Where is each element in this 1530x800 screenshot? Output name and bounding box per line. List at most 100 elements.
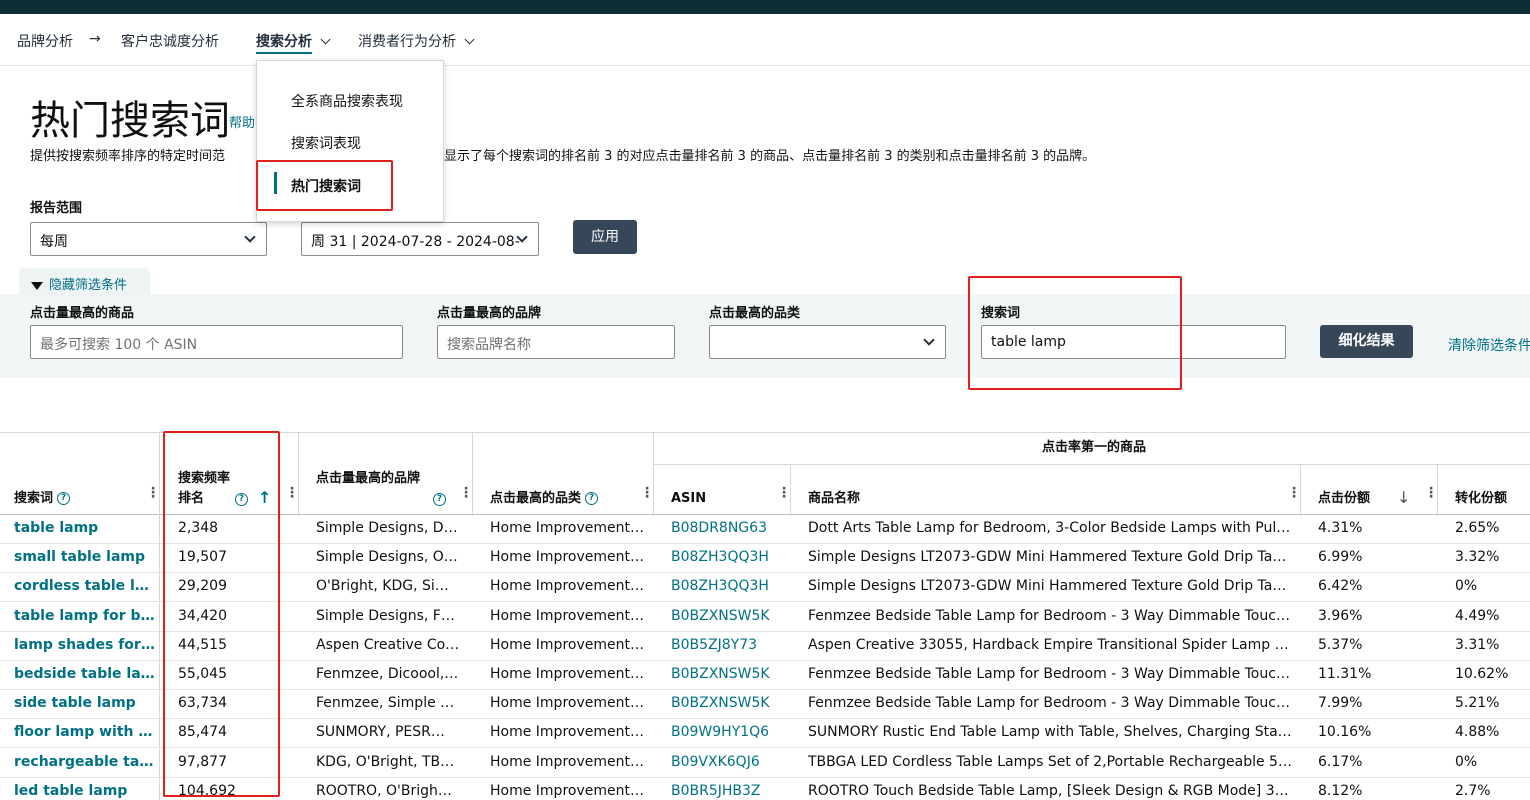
nav-consumer-behavior-tab[interactable]: 消费者行为分析 <box>358 31 475 51</box>
cell-asin[interactable]: B09VXK6QJ6 <box>671 754 786 770</box>
nav-customer-loyalty[interactable]: 客户忠诚度分析 <box>121 31 219 51</box>
cell-search-rank: 85,474 <box>178 724 227 741</box>
cell-product-name: Dott Arts Table Lamp for Bedroom, 3-Colo… <box>808 520 1293 536</box>
cell-top-brand: Simple Designs, F… <box>316 607 455 624</box>
cell-asin[interactable]: B0BZXNSW5K <box>671 666 786 682</box>
report-range-value: 每周 <box>40 234 68 250</box>
cell-search-term[interactable]: bedside table lamp <box>14 666 156 682</box>
col-top-brand-label: 点击量最高的品牌 <box>316 471 421 486</box>
kebab-icon[interactable]: ⋮ <box>1287 486 1301 507</box>
col-search-rank[interactable]: 搜索频率排名 <box>178 469 238 509</box>
col-click-share[interactable]: 点击份额 <box>1318 489 1370 509</box>
question-circle-icon[interactable]: ? <box>235 492 248 506</box>
cell-asin[interactable]: B0B5ZJ8Y73 <box>671 637 786 653</box>
cell-click-share: 6.99% <box>1318 549 1363 566</box>
question-circle-icon[interactable]: ? <box>433 492 446 506</box>
col-search-term[interactable]: 搜索词? <box>14 489 71 509</box>
col-top-brand[interactable]: 点击量最高的品牌 <box>316 469 428 489</box>
selected-indicator <box>274 172 277 194</box>
kebab-icon[interactable]: ⋮ <box>146 486 160 507</box>
nav-search-analytics-tab[interactable]: 搜索分析 <box>256 31 331 54</box>
cell-top-brand: Fenmzee, Simple … <box>316 695 455 712</box>
page-description-right: 显示了每个搜索词的排名前 3 的对应点击量排名前 3 的商品、点击量排名前 3 … <box>444 149 1096 164</box>
chevron-down-icon <box>244 231 256 243</box>
cell-asin[interactable]: B08ZH3QQ3H <box>671 549 786 565</box>
kebab-icon[interactable]: ⋮ <box>285 486 299 507</box>
cell-product-name: Simple Designs LT2073-GDW Mini Hammered … <box>808 578 1293 595</box>
col-top-category[interactable]: 点击最高的品类? <box>490 489 599 509</box>
col-product-name[interactable]: 商品名称 <box>808 489 860 509</box>
col-top-category-label: 点击最高的品类 <box>490 491 582 506</box>
cell-search-term[interactable]: side table lamp <box>14 695 156 711</box>
cell-top-brand: Aspen Creative Co… <box>316 636 460 653</box>
table-row: rechargeable table la 97,877 KDG, O'Bright… <box>0 748 1530 778</box>
week-select[interactable]: 周 31 | 2024-07-28 - 2024-08- <box>301 222 539 256</box>
top-category-select[interactable] <box>709 325 946 359</box>
menu-item-search-term-performance[interactable]: 搜索词表现 <box>291 133 361 153</box>
cell-top-brand: Simple Designs, O… <box>316 549 458 566</box>
col-asin[interactable]: ASIN <box>671 489 706 509</box>
cell-top-category: Home Improvement… <box>490 578 644 595</box>
cell-product-name: Fenmzee Bedside Table Lamp for Bedroom -… <box>808 607 1293 624</box>
cell-asin[interactable]: B0BR5JHB3Z <box>671 783 786 799</box>
cell-asin[interactable]: B08DR8NG63 <box>671 520 786 536</box>
cell-search-term[interactable]: small table lamp <box>14 549 156 565</box>
top-asin-input[interactable]: 最多可搜索 100 个 ASIN <box>30 325 403 359</box>
cell-search-term[interactable]: lamp shades for tabl <box>14 637 156 653</box>
cell-conversion-share: 4.49% <box>1455 607 1500 624</box>
col-conversion-share[interactable]: 转化份额 <box>1455 489 1507 509</box>
search-term-input[interactable]: table lamp <box>981 325 1286 359</box>
table-row: led table lamp 104,692 ROOTRO, O'Brigh… Hom… <box>0 777 1530 800</box>
cell-product-name: TBBGA LED Cordless Table Lamps Set of 2,… <box>808 753 1292 770</box>
cell-top-brand: KDG, O'Bright, TB… <box>316 753 455 770</box>
cell-search-term[interactable]: table lamp <box>14 520 156 536</box>
cell-search-term[interactable]: table lamp for bedro <box>14 608 156 624</box>
cell-top-brand: Simple Designs, D… <box>316 520 458 536</box>
cell-asin[interactable]: B0BZXNSW5K <box>671 608 786 624</box>
kebab-icon[interactable]: ⋮ <box>777 486 791 507</box>
cell-click-share: 3.96% <box>1318 607 1363 624</box>
top-brand-input[interactable]: 搜索品牌名称 <box>437 325 675 359</box>
menu-item-top-search-terms[interactable]: 热门搜索词 <box>291 176 361 196</box>
cell-conversion-share: 3.31% <box>1455 636 1500 653</box>
cell-click-share: 6.17% <box>1318 753 1363 770</box>
cell-search-term[interactable]: rechargeable table la <box>14 754 156 770</box>
cell-product-name: SUNMORY Rustic End Table Lamp with Table… <box>808 724 1292 741</box>
kebab-icon[interactable]: ⋮ <box>640 486 654 507</box>
nav-brand-analytics[interactable]: 品牌分析 <box>17 31 73 51</box>
kebab-icon[interactable]: ⋮ <box>1424 486 1438 507</box>
cell-search-term[interactable]: floor lamp with table <box>14 724 156 740</box>
cell-search-rank: 44,515 <box>178 636 227 653</box>
cell-search-rank: 34,420 <box>178 607 227 624</box>
cell-top-category: Home Improvement… <box>490 782 644 799</box>
sub-navigation: 品牌分析 → 客户忠诚度分析 搜索分析 消费者行为分析 <box>0 14 1530 66</box>
chevron-down-icon <box>923 334 935 346</box>
question-circle-icon[interactable]: ? <box>57 492 71 505</box>
cell-asin[interactable]: B09W9HY1Q6 <box>671 724 786 740</box>
menu-item-all-products-search[interactable]: 全系商品搜索表现 <box>291 91 403 111</box>
table-header: 点击率第一的商品 搜索词? ⋮ 搜索频率排名 ? ↑ ⋮ 点击量最高的品牌 ? … <box>0 432 1530 516</box>
help-link[interactable]: 帮助 <box>229 112 255 131</box>
cell-asin[interactable]: B0BZXNSW5K <box>671 695 786 711</box>
week-value: 周 31 | 2024-07-28 - 2024-08- <box>311 234 520 250</box>
clear-filters-link[interactable]: 清除筛选条件 <box>1448 335 1530 355</box>
cell-asin[interactable]: B08ZH3QQ3H <box>671 578 786 594</box>
apply-button[interactable]: 应用 <box>573 220 637 254</box>
cell-search-term[interactable]: cordless table lamp <box>14 578 156 594</box>
cell-click-share: 5.37% <box>1318 636 1363 653</box>
hide-filters-toggle[interactable]: 隐藏筛选条件 <box>19 268 150 296</box>
table-row: table lamp 2,348 Simple Designs, D… Home Im… <box>0 515 1530 544</box>
cell-conversion-share: 0% <box>1455 578 1478 595</box>
arrow-down-icon[interactable]: ↓ <box>1397 488 1410 507</box>
report-range-select[interactable]: 每周 <box>30 222 267 256</box>
kebab-icon[interactable]: ⋮ <box>459 486 473 507</box>
table-row: small table lamp 19,507 Simple Designs, O…… <box>0 544 1530 574</box>
cell-conversion-share: 2.7% <box>1455 782 1491 799</box>
refine-results-button[interactable]: 细化结果 <box>1320 325 1413 358</box>
arrow-up-icon[interactable]: ↑ <box>258 488 271 507</box>
question-circle-icon[interactable]: ? <box>585 492 599 505</box>
report-range-label: 报告范围 <box>30 201 83 216</box>
cell-search-term[interactable]: led table lamp <box>14 783 156 799</box>
cell-conversion-share: 10.62% <box>1455 666 1509 682</box>
search-analytics-dropdown: 全系商品搜索表现 搜索词表现 热门搜索词 <box>256 60 444 222</box>
